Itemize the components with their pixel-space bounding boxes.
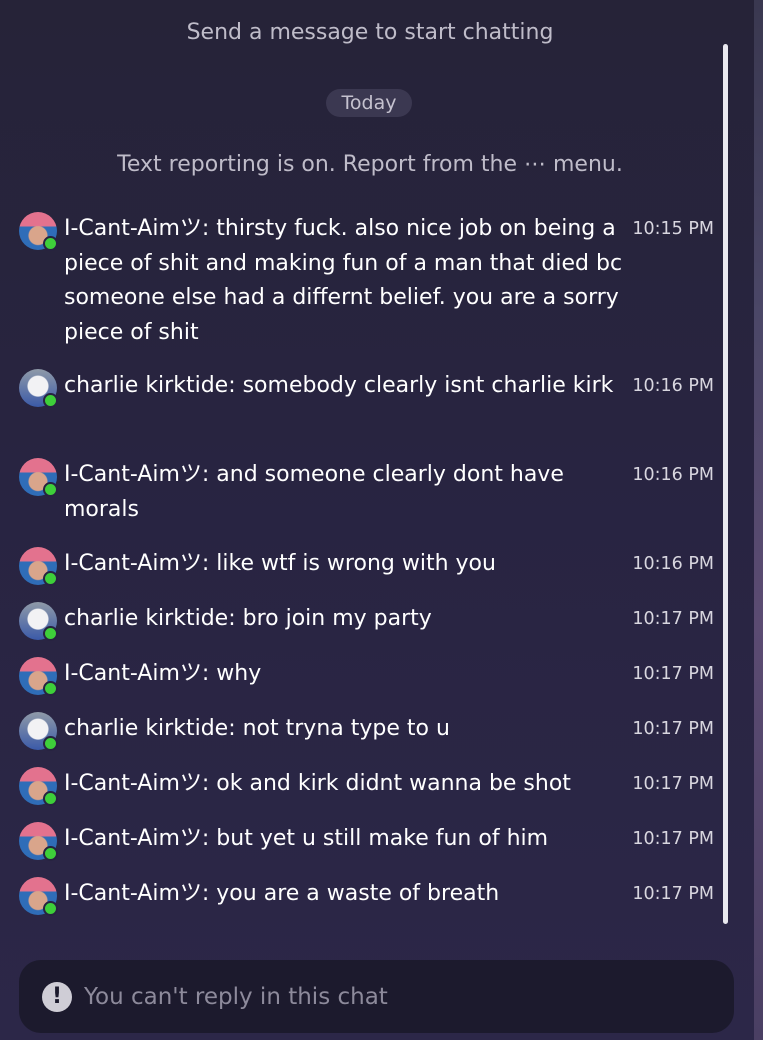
message-text: charlie kirktide: not tryna type to u — [64, 716, 450, 741]
message-text: charlie kirktide: bro join my party — [64, 606, 432, 631]
message-time: 10:17 PM — [632, 884, 714, 904]
message-text: I-Cant-Aimツ: why — [64, 661, 262, 686]
message-text: I-Cant-Aimツ: but yet u still make fun of… — [64, 826, 549, 851]
message-text: I-Cant-Aimツ: thirsty fuck. also nice job… — [64, 216, 630, 345]
empty-chat-prompt: Send a message to start chatting — [186, 20, 554, 45]
online-status-icon — [43, 736, 58, 751]
online-status-icon — [43, 846, 58, 861]
reply-disabled-bar: ! You can't reply in this chat — [19, 960, 734, 1033]
online-status-icon — [43, 236, 58, 251]
message-time: 10:16 PM — [632, 465, 714, 485]
online-status-icon — [43, 571, 58, 586]
scrollbar[interactable] — [721, 44, 730, 924]
grey-skull-avatar[interactable] — [19, 602, 58, 641]
online-status-icon — [43, 901, 58, 916]
background-edge — [754, 0, 763, 1040]
scrollbar-thumb[interactable] — [723, 44, 728, 924]
message-time: 10:15 PM — [632, 219, 714, 239]
reply-disabled-text: You can't reply in this chat — [84, 984, 388, 1010]
message-text: I-Cant-Aimツ: ok and kirk didnt wanna be … — [64, 771, 571, 796]
message-time: 10:17 PM — [632, 829, 714, 849]
pink-hair-avatar[interactable] — [19, 657, 58, 696]
pink-hair-avatar[interactable] — [19, 458, 58, 497]
reporting-notice: Text reporting is on. Report from the ⋯ … — [117, 152, 623, 177]
online-status-icon — [43, 482, 58, 497]
chat-panel: Send a message to start chatting Today T… — [0, 0, 754, 1040]
message-text: I-Cant-Aimツ: you are a waste of breath — [64, 881, 500, 906]
online-status-icon — [43, 393, 58, 408]
online-status-icon — [43, 681, 58, 696]
online-status-icon — [43, 626, 58, 641]
message-text: I-Cant-Aimツ: like wtf is wrong with you — [64, 551, 496, 576]
pink-hair-avatar[interactable] — [19, 547, 58, 586]
grey-skull-avatar[interactable] — [19, 369, 58, 408]
grey-skull-avatar[interactable] — [19, 712, 58, 751]
message-time: 10:17 PM — [632, 719, 714, 739]
pink-hair-avatar[interactable] — [19, 212, 58, 251]
exclamation-icon: ! — [42, 982, 72, 1012]
pink-hair-avatar[interactable] — [19, 767, 58, 806]
message-time: 10:17 PM — [632, 664, 714, 684]
date-separator: Today — [326, 89, 412, 117]
message-time: 10:16 PM — [632, 376, 714, 396]
message-time: 10:17 PM — [632, 609, 714, 629]
online-status-icon — [43, 791, 58, 806]
pink-hair-avatar[interactable] — [19, 877, 58, 916]
message-text: I-Cant-Aimツ: and someone clearly dont ha… — [64, 462, 571, 522]
message-text: charlie kirktide: somebody clearly isnt … — [64, 373, 614, 398]
message-time: 10:16 PM — [632, 554, 714, 574]
message-time: 10:17 PM — [632, 774, 714, 794]
pink-hair-avatar[interactable] — [19, 822, 58, 861]
